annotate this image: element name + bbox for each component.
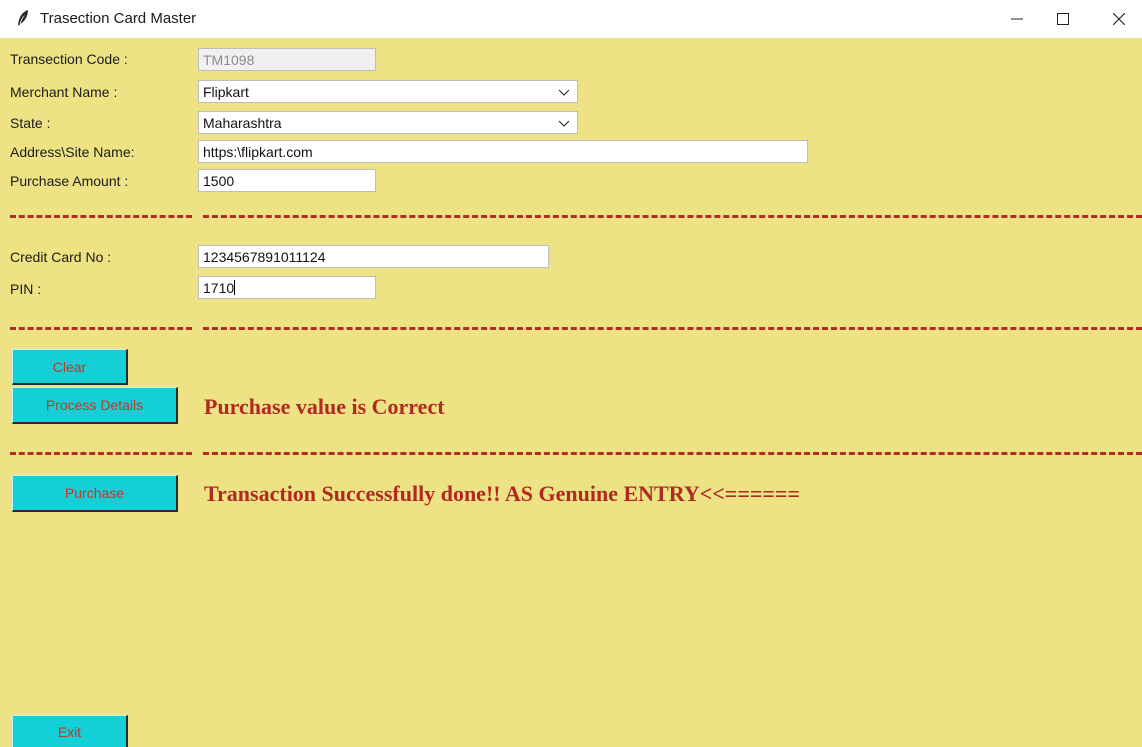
close-icon xyxy=(1113,13,1125,25)
exit-button[interactable]: Exit xyxy=(12,715,128,747)
address-label: Address\Site Name: xyxy=(10,144,135,160)
separator xyxy=(0,452,1142,455)
chevron-down-icon[interactable] xyxy=(557,85,571,99)
form-area: Transection Code : TM1098 Merchant Name … xyxy=(0,38,1142,747)
state-select[interactable]: Maharashtra xyxy=(198,111,578,134)
separator xyxy=(0,327,1142,330)
app-window: Trasection Card Master Transection Code … xyxy=(0,0,1142,747)
maximize-button[interactable] xyxy=(1040,0,1086,38)
pin-value: 1710 xyxy=(203,280,235,296)
chevron-down-icon[interactable] xyxy=(557,116,571,130)
process-details-button[interactable]: Process Details xyxy=(12,387,178,424)
purchase-button[interactable]: Purchase xyxy=(12,475,178,512)
maximize-icon xyxy=(1057,13,1069,25)
minimize-icon xyxy=(1011,18,1023,20)
state-label: State : xyxy=(10,115,51,131)
purchase-result-message: Transaction Successfully done!! AS Genui… xyxy=(204,481,800,506)
clear-button[interactable]: Clear xyxy=(12,349,128,385)
minimize-button[interactable] xyxy=(994,0,1040,38)
transaction-code-label: Transection Code : xyxy=(10,51,128,67)
merchant-name-label: Merchant Name : xyxy=(10,84,118,100)
close-button[interactable] xyxy=(1096,0,1142,38)
text-cursor xyxy=(234,280,236,295)
state-value: Maharashtra xyxy=(203,115,282,131)
window-title: Trasection Card Master xyxy=(40,10,197,27)
merchant-name-value: Flipkart xyxy=(203,84,249,100)
credit-card-field[interactable]: 1234567891011124 xyxy=(198,245,549,268)
pin-label: PIN : xyxy=(10,281,42,297)
credit-card-label: Credit Card No : xyxy=(10,249,112,265)
separator xyxy=(0,215,1142,218)
transaction-code-field[interactable]: TM1098 xyxy=(198,48,376,71)
title-bar[interactable]: Trasection Card Master xyxy=(0,0,1142,38)
process-result-message: Purchase value is Correct xyxy=(204,394,445,419)
purchase-amount-field[interactable]: 1500 xyxy=(198,169,376,192)
feather-icon xyxy=(18,10,28,26)
pin-field[interactable]: 1710 xyxy=(198,276,376,299)
address-field[interactable]: https:\flipkart.com xyxy=(198,140,808,163)
purchase-amount-label: Purchase Amount : xyxy=(10,173,129,189)
merchant-name-select[interactable]: Flipkart xyxy=(198,80,578,103)
